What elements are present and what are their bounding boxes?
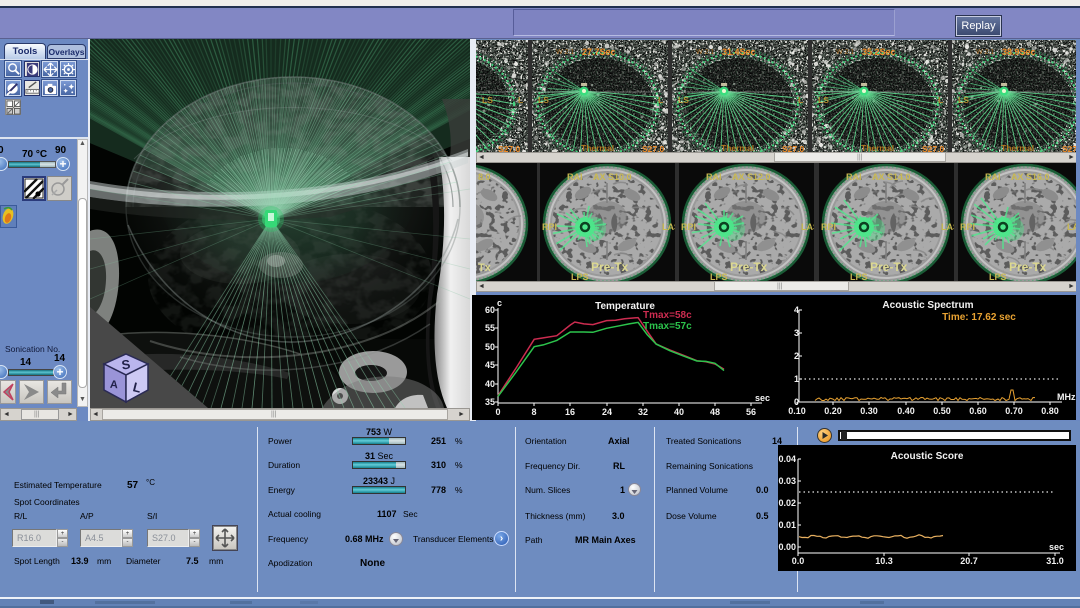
- svg-text:LS: LS: [958, 95, 969, 105]
- svg-text:LS: LS: [678, 95, 689, 105]
- svg-text:35.2Sec: 35.2Sec: [862, 47, 896, 57]
- svg-text:S27.0: S27.0: [498, 144, 520, 152]
- svg-text:60: 60: [485, 305, 495, 315]
- svg-text:3: 3: [794, 328, 799, 338]
- svg-text:45: 45: [485, 360, 495, 370]
- svg-text:RAI: RAI: [706, 172, 722, 182]
- svg-text:40: 40: [674, 407, 684, 417]
- svg-text:31.0: 31.0: [1046, 556, 1064, 566]
- svg-text:55: 55: [485, 323, 495, 333]
- svg-text:L: L: [658, 95, 663, 105]
- svg-text:4: 4: [794, 305, 799, 315]
- svg-text:50: 50: [485, 342, 495, 352]
- svg-text:0.80: 0.80: [1041, 406, 1059, 416]
- svg-text:Pre-Tx: Pre-Tx: [591, 260, 629, 274]
- svg-text:LS: LS: [818, 95, 829, 105]
- svg-text:LPS: LPS: [989, 272, 1007, 281]
- svg-text:0.04: 0.04: [778, 454, 796, 464]
- svg-text:LPS: LPS: [710, 272, 728, 281]
- svg-text:A: A: [110, 379, 119, 392]
- svg-text:RPI: RPI: [681, 222, 696, 232]
- svg-text:Acoustic Score: Acoustic Score: [891, 451, 964, 462]
- svg-text:Thermal: Thermal: [721, 143, 754, 152]
- svg-text:RPI: RPI: [821, 222, 836, 232]
- svg-text:0.30: 0.30: [860, 406, 878, 416]
- svg-text:0.50: 0.50: [933, 406, 951, 416]
- svg-text:c: c: [497, 298, 502, 308]
- svg-text:8: 8: [531, 407, 536, 417]
- svg-text:LS: LS: [482, 95, 493, 105]
- svg-text:RAI: RAI: [846, 172, 862, 182]
- svg-text:38.9Sec: 38.9Sec: [1002, 47, 1036, 57]
- svg-text:Tmax=58c: Tmax=58c: [643, 310, 692, 321]
- svg-text:31.4Sec: 31.4Sec: [722, 47, 756, 57]
- svg-text:LPS: LPS: [571, 272, 589, 281]
- svg-text:Pre-Tx: Pre-Tx: [730, 260, 768, 274]
- svg-text:0.20: 0.20: [824, 406, 842, 416]
- svg-text:1: 1: [794, 374, 799, 384]
- svg-text:8.0: 8.0: [478, 172, 491, 182]
- svg-text:W 2:1: W 2:1: [836, 49, 854, 56]
- svg-text:S27.0: S27.0: [922, 144, 944, 152]
- svg-text:RAI: RAI: [985, 172, 1001, 182]
- svg-text:0: 0: [495, 407, 500, 417]
- svg-text:0.00: 0.00: [778, 542, 796, 552]
- svg-text:S27.0: S27.0: [782, 144, 804, 152]
- svg-text:L: L: [518, 95, 523, 105]
- svg-text:W 2:1: W 2:1: [556, 49, 574, 56]
- svg-text:0.01: 0.01: [778, 520, 796, 530]
- svg-text:Time: 17.62 sec: Time: 17.62 sec: [942, 312, 1016, 323]
- svg-text:0.60: 0.60: [969, 406, 987, 416]
- svg-text:Acoustic Spectrum: Acoustic Spectrum: [882, 300, 973, 311]
- svg-text:AX S10.0: AX S10.0: [593, 172, 632, 182]
- svg-text:S27.0: S27.0: [642, 144, 664, 152]
- svg-text:2: 2: [794, 351, 799, 361]
- svg-text:0.02: 0.02: [778, 498, 796, 508]
- svg-text:0.70: 0.70: [1005, 406, 1023, 416]
- svg-text:Thermal: Thermal: [1001, 143, 1034, 152]
- svg-text:LS: LS: [538, 95, 549, 105]
- svg-text:sec: sec: [755, 393, 770, 403]
- svg-text:W 2:1: W 2:1: [696, 49, 714, 56]
- svg-text:AX S12.0: AX S12.0: [732, 172, 771, 182]
- svg-text:MHz: MHz: [1057, 392, 1076, 402]
- svg-text:Tmax=57c: Tmax=57c: [643, 321, 692, 332]
- svg-text:sec: sec: [1049, 542, 1064, 552]
- svg-text:16: 16: [565, 407, 575, 417]
- svg-text:L: L: [938, 95, 943, 105]
- svg-text:RPI: RPI: [960, 222, 975, 232]
- svg-text:0.40: 0.40: [897, 406, 915, 416]
- svg-text:W 2:1: W 2:1: [976, 49, 994, 56]
- svg-text:Tx: Tx: [478, 262, 492, 274]
- svg-text:Pre-Tx: Pre-Tx: [870, 260, 908, 274]
- svg-text:0.03: 0.03: [778, 476, 796, 486]
- svg-text:24: 24: [602, 407, 612, 417]
- svg-text:48: 48: [710, 407, 720, 417]
- svg-text:L: L: [798, 95, 803, 105]
- svg-text:AX S14.0: AX S14.0: [872, 172, 911, 182]
- svg-text:LPS: LPS: [850, 272, 868, 281]
- svg-text:0.0: 0.0: [792, 556, 805, 566]
- svg-text:40: 40: [485, 379, 495, 389]
- svg-text:AX S16.0: AX S16.0: [1011, 172, 1050, 182]
- svg-text:0.10: 0.10: [788, 406, 806, 416]
- svg-text:27.7Sec: 27.7Sec: [582, 47, 616, 57]
- svg-text:Thermal: Thermal: [581, 143, 614, 152]
- svg-text:Thermal: Thermal: [861, 143, 894, 152]
- svg-text:20.7: 20.7: [960, 556, 978, 566]
- svg-text:RPI: RPI: [542, 222, 557, 232]
- svg-text:32: 32: [638, 407, 648, 417]
- svg-text:RAI: RAI: [567, 172, 583, 182]
- svg-text:10.3: 10.3: [875, 556, 893, 566]
- svg-text:56: 56: [746, 407, 756, 417]
- svg-text:35: 35: [485, 397, 495, 407]
- svg-text:Pre-Tx: Pre-Tx: [1009, 260, 1047, 274]
